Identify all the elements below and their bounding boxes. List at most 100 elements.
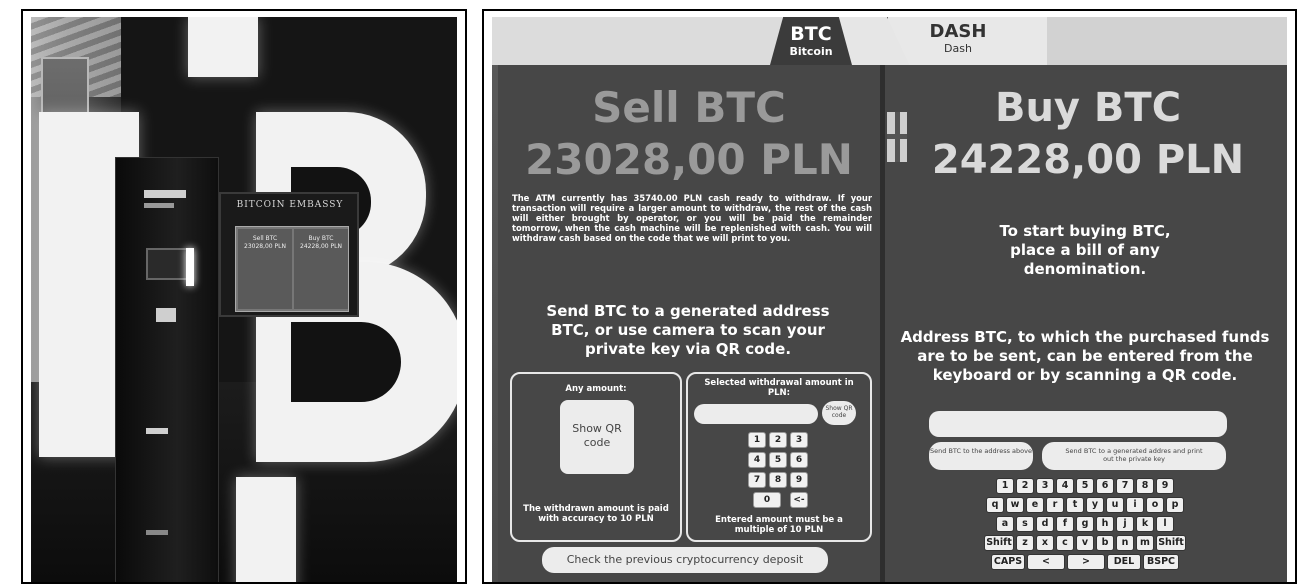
keyboard-key[interactable]: 1 (996, 478, 1014, 494)
cash-availability-notice: The ATM currently has 35740.00 PLN cash … (512, 193, 872, 243)
keyboard-key[interactable]: 7 (1116, 478, 1134, 494)
keyboard-key[interactable]: 8 (1136, 478, 1154, 494)
bitcoin-sign-top-stroke (188, 17, 258, 77)
selected-amount-label: Selected withdrawal amount in PLN: (704, 378, 854, 398)
bitcoin-sign-bottom-stroke (236, 477, 296, 582)
keyboard-key[interactable]: 5 (1076, 478, 1094, 494)
keypad-key[interactable]: 4 (748, 452, 766, 468)
left-photo-frame: BITCOIN EMBASSY Sell BTC 23028,00 PLN Bu… (21, 9, 467, 584)
multiple-note: Entered amount must be a multiple of 10 … (715, 515, 843, 535)
show-code-small-button[interactable]: Show QR code (822, 401, 856, 425)
keyboard-key[interactable]: g (1076, 516, 1094, 532)
sell-heading: Sell BTC (592, 83, 786, 132)
keyboard-key[interactable]: BSPC (1143, 554, 1179, 570)
keyboard-key[interactable]: y (1086, 497, 1104, 513)
sell-price: 23028,00 PLN (525, 135, 853, 184)
keyboard-key[interactable]: h (1096, 516, 1114, 532)
tab-btc-subtitle: Bitcoin (789, 45, 833, 58)
show-qr-code-button[interactable]: Show QR code (560, 400, 634, 474)
keyboard-key[interactable]: i (1126, 497, 1144, 513)
tab-dash-title: DASH (929, 21, 987, 42)
buy-address-instructions: Address BTC, to which the purchased fund… (900, 328, 1270, 384)
keyboard-key[interactable]: x (1036, 535, 1054, 551)
atm-sticker (144, 203, 174, 208)
check-deposit-button[interactable]: Check the previous cryptocurrency deposi… (542, 547, 828, 573)
withdrawal-amount-input[interactable] (694, 404, 818, 424)
keyboard-key[interactable]: w (1006, 497, 1024, 513)
tab-btc-title: BTC (790, 23, 832, 45)
sell-instructions: Send BTC to a generated address BTC, or … (546, 302, 830, 358)
atm-screen: Sell BTC 23028,00 PLN Buy BTC 24228,00 P… (235, 226, 349, 312)
keyboard-key[interactable]: 4 (1056, 478, 1074, 494)
cash-dispenser-slot (146, 428, 168, 434)
keyboard-key[interactable]: f (1056, 516, 1074, 532)
keyboard-key[interactable]: Shift (1156, 535, 1186, 551)
keyboard-key[interactable]: r (1046, 497, 1064, 513)
keyboard-key[interactable]: q (986, 497, 1004, 513)
atm-screen-photo: BTC Bitcoin DASH Dash Sell BTC 23028,00 … (492, 17, 1287, 582)
keyboard-key[interactable]: n (1116, 535, 1134, 551)
atm-screen-buy-price: 24228,00 PLN (300, 243, 342, 250)
atm-screen-sell-label: Sell BTC (252, 235, 278, 242)
keyboard-key[interactable]: < (1027, 554, 1065, 570)
keyboard-key[interactable]: z (1016, 535, 1034, 551)
keyboard-key[interactable]: m (1136, 535, 1154, 551)
keyboard-key[interactable]: o (1146, 497, 1164, 513)
keyboard-key[interactable]: > (1067, 554, 1105, 570)
generate-address-button[interactable]: Send BTC to a generated addres and print… (1042, 442, 1226, 470)
keyboard-key[interactable]: v (1076, 535, 1094, 551)
keypad-key[interactable]: 3 (790, 432, 808, 448)
keyboard-key[interactable]: Shift (984, 535, 1014, 551)
tab-btc[interactable]: BTC Bitcoin (770, 17, 852, 65)
atm-sticker (144, 190, 186, 198)
keyboard-key[interactable]: CAPS (991, 554, 1025, 570)
keyboard-key[interactable]: k (1136, 516, 1154, 532)
keypad-key[interactable]: 9 (790, 472, 808, 488)
bill-acceptor-light (186, 248, 194, 286)
tab-bar-left (492, 17, 782, 65)
keypad-key[interactable]: <- (790, 492, 808, 508)
any-amount-panel: Any amount: Show QR code The withdrawn a… (510, 372, 682, 542)
right-photo-frame: BTC Bitcoin DASH Dash Sell BTC 23028,00 … (482, 9, 1297, 584)
keyboard-key[interactable]: 3 (1036, 478, 1054, 494)
atm-photo: BITCOIN EMBASSY Sell BTC 23028,00 PLN Bu… (31, 17, 457, 582)
keyboard-key[interactable]: e (1026, 497, 1044, 513)
bitcoin-sign-lower-counter (291, 322, 401, 402)
keyboard-key[interactable]: p (1166, 497, 1184, 513)
send-to-address-button[interactable]: Send BTC to the address above (929, 442, 1033, 470)
keyboard-key[interactable]: c (1056, 535, 1074, 551)
keyboard-key[interactable]: b (1096, 535, 1114, 551)
tab-dash-subtitle: Dash (944, 42, 972, 55)
atm-screen-sell-half: Sell BTC 23028,00 PLN (238, 229, 292, 309)
buy-heading: Buy BTC (994, 85, 1182, 131)
atm-screen-buy-label: Buy BTC (308, 235, 334, 242)
keyboard-key[interactable]: u (1106, 497, 1124, 513)
keyboard-key[interactable]: a (996, 516, 1014, 532)
receipt-slot (146, 530, 168, 535)
selected-amount-panel: Selected withdrawal amount in PLN: Show … (686, 372, 872, 542)
keypad-key[interactable]: 0 (753, 492, 781, 508)
keypad-key[interactable]: 7 (748, 472, 766, 488)
keypad-key[interactable]: 6 (790, 452, 808, 468)
atm-sticker (156, 308, 176, 322)
buy-panel: Buy BTC 24228,00 PLN To start buying BTC… (885, 65, 1287, 582)
keypad-key[interactable]: 1 (748, 432, 766, 448)
keyboard-key[interactable]: l (1156, 516, 1174, 532)
buy-start-text: To start buying BTC, place a bill of any… (999, 222, 1171, 278)
language-flag-icon[interactable] (887, 112, 907, 162)
keyboard-key[interactable]: j (1116, 516, 1134, 532)
keyboard-key[interactable]: 9 (1156, 478, 1174, 494)
tab-dash[interactable]: DASH Dash (887, 17, 1047, 65)
keyboard-key[interactable]: s (1016, 516, 1034, 532)
keyboard-key[interactable]: 2 (1016, 478, 1034, 494)
keyboard-key[interactable]: d (1036, 516, 1054, 532)
keyboard-key[interactable]: 6 (1096, 478, 1114, 494)
keypad-key[interactable]: 2 (769, 432, 787, 448)
address-input[interactable] (929, 411, 1227, 437)
any-amount-label: Any amount: (565, 384, 627, 394)
buy-price: 24228,00 PLN (931, 137, 1245, 183)
keypad-key[interactable]: 8 (769, 472, 787, 488)
keyboard-key[interactable]: t (1066, 497, 1084, 513)
keyboard-key[interactable]: DEL (1107, 554, 1141, 570)
keypad-key[interactable]: 5 (769, 452, 787, 468)
